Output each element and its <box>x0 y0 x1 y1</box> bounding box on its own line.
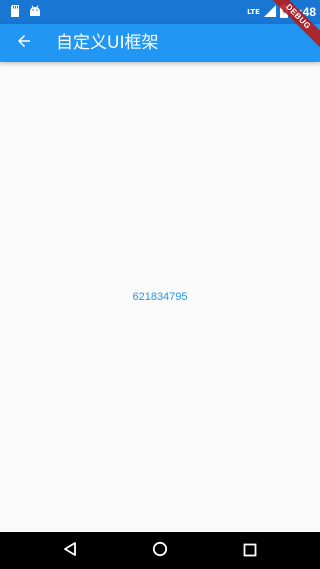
signal-icon <box>263 4 276 20</box>
back-button[interactable] <box>8 27 40 59</box>
page-title: 自定义UI框架 <box>56 33 159 53</box>
center-number-text: 621834795 <box>132 291 188 303</box>
main-content: 621834795 <box>0 62 320 532</box>
nav-back-button[interactable] <box>55 536 85 566</box>
sd-card-icon <box>8 3 22 17</box>
android-icon <box>28 3 42 17</box>
arrow-back-icon <box>15 32 33 54</box>
home-circle-icon <box>152 541 168 561</box>
nav-home-button[interactable] <box>145 536 175 566</box>
network-type-label: LTE <box>247 7 260 16</box>
system-navigation-bar <box>0 532 320 569</box>
status-bar: LTE 1:48 <box>0 0 320 24</box>
recents-square-icon <box>243 542 257 561</box>
status-notifications <box>8 3 42 17</box>
app-bar: 自定义UI框架 <box>0 24 320 62</box>
nav-recents-button[interactable] <box>235 536 265 566</box>
back-triangle-icon <box>62 541 78 561</box>
